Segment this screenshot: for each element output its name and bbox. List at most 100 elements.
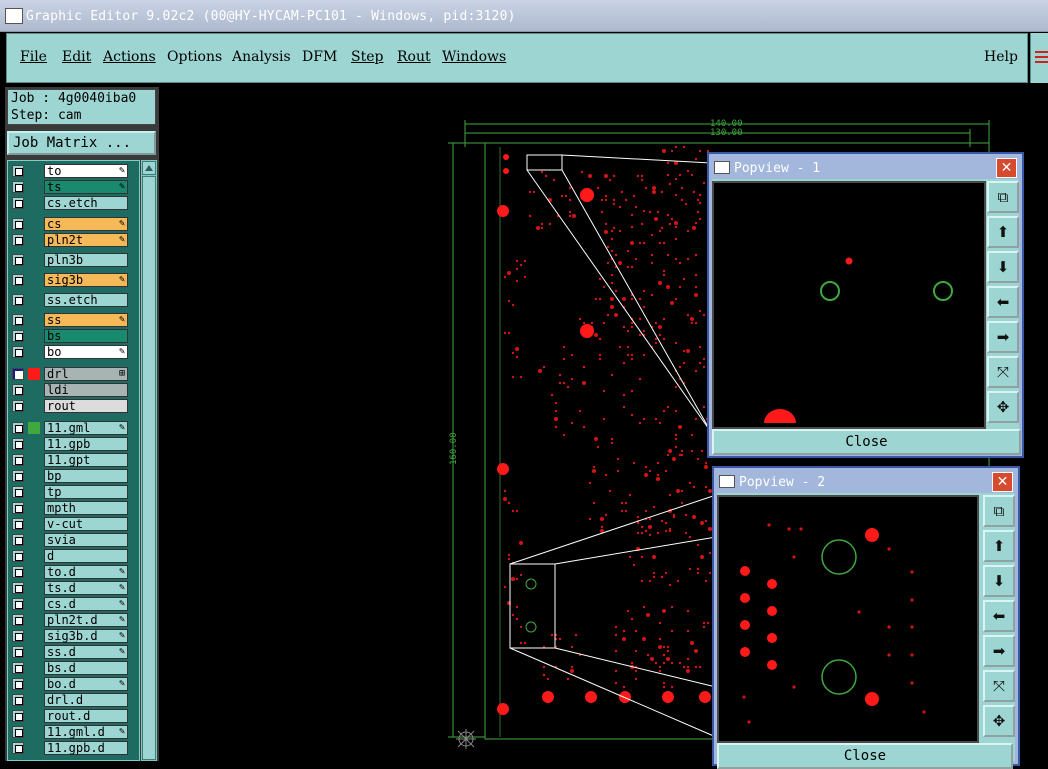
layer-checkbox[interactable] [12, 566, 24, 578]
pan-center-icon[interactable]: ✥ [987, 391, 1019, 423]
layer-checkbox[interactable] [12, 614, 24, 626]
layer-name[interactable]: 11.gpt [44, 453, 128, 467]
layer-checkbox[interactable] [12, 502, 24, 514]
layer-name[interactable]: rout [44, 399, 128, 413]
layer-name[interactable]: bs [44, 329, 128, 343]
layer-name[interactable]: ts ✎ [44, 180, 128, 194]
layer-name[interactable]: cs.etch [44, 196, 128, 210]
close-icon[interactable]: ✕ [992, 472, 1013, 492]
layer-checkbox[interactable] [12, 314, 24, 326]
popview-2-close-button[interactable]: Close [717, 743, 1013, 769]
layer-checkbox[interactable] [12, 422, 24, 434]
layer-name[interactable]: cs ✎ [44, 217, 128, 231]
layer-color-swatch[interactable] [28, 368, 40, 380]
layer-checkbox[interactable] [12, 726, 24, 738]
layer-checkbox[interactable] [12, 598, 24, 610]
layer-name[interactable]: bs.d [44, 661, 128, 675]
layer-checkbox[interactable] [12, 346, 24, 358]
layer-checkbox[interactable] [12, 400, 24, 412]
layer-name[interactable]: 11.gpb.d [44, 741, 128, 755]
move-left-icon[interactable]: ⬅ [983, 600, 1015, 632]
layer-name[interactable]: cs.d ✎ [44, 597, 128, 611]
popview-1-close-button[interactable]: Close [712, 429, 1021, 455]
layer-name[interactable]: bp [44, 469, 128, 483]
layer-name[interactable]: ss.etch [44, 293, 128, 307]
layer-name[interactable]: 11.gml ✎ [44, 421, 128, 435]
layer-name[interactable]: bo.d ✎ [44, 677, 128, 691]
layer-checkbox[interactable] [12, 630, 24, 642]
layer-name[interactable]: 11.gpb [44, 437, 128, 451]
layer-checkbox[interactable] [12, 384, 24, 396]
layer-checkbox[interactable] [12, 454, 24, 466]
layer-name[interactable]: ss.d ✎ [44, 645, 128, 659]
menu-dfm[interactable]: DFM [302, 49, 337, 65]
menu-windows[interactable]: Windows [442, 49, 506, 65]
menu-edit[interactable]: Edit [62, 49, 91, 65]
layer-name[interactable]: tp [44, 485, 128, 499]
move-right-icon[interactable]: ➡ [983, 635, 1015, 667]
layer-name[interactable]: bo ✎ [44, 345, 128, 359]
layer-checkbox[interactable] [12, 368, 24, 380]
layer-name[interactable]: ldi [44, 383, 128, 397]
layer-checkbox[interactable] [12, 486, 24, 498]
layer-name[interactable]: pln2t.d ✎ [44, 613, 128, 627]
move-up-icon[interactable]: ⬆ [987, 216, 1019, 248]
layer-checkbox[interactable] [12, 438, 24, 450]
popview-1-view[interactable] [712, 181, 986, 429]
layer-checkbox[interactable] [12, 742, 24, 754]
layer-name[interactable]: sig3b ✎ [44, 273, 128, 287]
layer-checkbox[interactable] [12, 550, 24, 562]
layer-name[interactable]: ts.d ✎ [44, 581, 128, 595]
layer-checkbox[interactable] [12, 582, 24, 594]
menu-analysis[interactable]: Analysis [232, 49, 291, 65]
layer-checkbox[interactable] [12, 678, 24, 690]
layer-checkbox[interactable] [12, 197, 24, 209]
scroll-thumb[interactable] [142, 176, 156, 760]
zoom-fit-icon[interactable]: ⤧ [983, 670, 1015, 702]
popview-2-titlebar[interactable]: Popview - 2 ✕ [717, 471, 1015, 493]
move-up-icon[interactable]: ⬆ [983, 530, 1015, 562]
layer-name[interactable]: pln3b [44, 253, 128, 267]
layer-checkbox[interactable] [12, 534, 24, 546]
lines-icon[interactable] [1035, 51, 1048, 53]
layer-name[interactable]: d [44, 549, 128, 563]
layer-checkbox[interactable] [12, 274, 24, 286]
layer-checkbox[interactable] [12, 330, 24, 342]
zoom-window-icon[interactable]: ⧉ [987, 181, 1019, 213]
scroll-up-arrow-icon[interactable] [142, 161, 156, 175]
layer-checkbox[interactable] [12, 254, 24, 266]
move-down-icon[interactable]: ⬇ [987, 251, 1019, 283]
layer-checkbox[interactable] [12, 470, 24, 482]
layer-color-swatch[interactable] [28, 422, 40, 434]
job-matrix-button[interactable]: Job Matrix ... [7, 131, 156, 155]
menu-rout[interactable]: Rout [397, 49, 431, 65]
layer-list-scrollbar[interactable] [141, 160, 157, 761]
origin-icon[interactable] [456, 729, 476, 749]
zoom-fit-icon[interactable]: ⤧ [987, 356, 1019, 388]
move-left-icon[interactable]: ⬅ [987, 286, 1019, 318]
layer-name[interactable]: svia [44, 533, 128, 547]
layer-checkbox[interactable] [12, 218, 24, 230]
layer-name[interactable]: drl.d [44, 693, 128, 707]
layer-name[interactable]: to.d ✎ [44, 565, 128, 579]
layer-name[interactable]: sig3b.d ✎ [44, 629, 128, 643]
move-right-icon[interactable]: ➡ [987, 321, 1019, 353]
layer-checkbox[interactable] [12, 518, 24, 530]
layer-name[interactable]: pln2t ✎ [44, 233, 128, 247]
layer-checkbox[interactable] [12, 710, 24, 722]
layer-name[interactable]: ss ✎ [44, 313, 128, 327]
layer-checkbox[interactable] [12, 646, 24, 658]
layer-name[interactable]: 11.gml.d ✎ [44, 725, 128, 739]
layer-checkbox[interactable] [12, 165, 24, 177]
popview-2-view[interactable] [717, 495, 979, 743]
zoom-window-icon[interactable]: ⧉ [983, 495, 1015, 527]
layer-checkbox[interactable] [12, 181, 24, 193]
menu-step[interactable]: Step [351, 49, 383, 65]
layer-name[interactable]: rout.d [44, 709, 128, 723]
move-down-icon[interactable]: ⬇ [983, 565, 1015, 597]
menu-actions[interactable]: Actions [103, 49, 156, 65]
layer-checkbox[interactable] [12, 234, 24, 246]
layer-checkbox[interactable] [12, 294, 24, 306]
layer-name[interactable]: mpth [44, 501, 128, 515]
menu-help[interactable]: Help [984, 49, 1018, 65]
